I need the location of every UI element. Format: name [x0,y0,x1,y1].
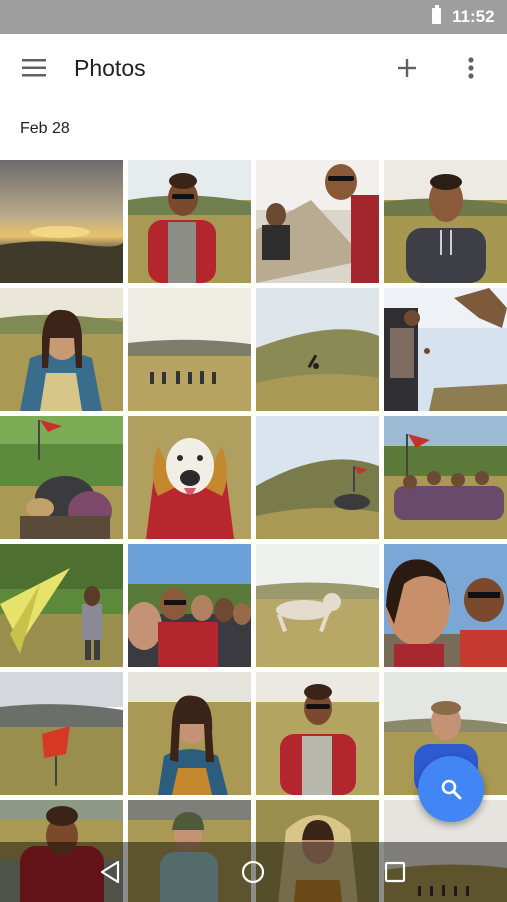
photo-woman-kite[interactable] [0,544,123,667]
hamburger-menu-icon[interactable] [10,44,58,92]
system-nav-bar [0,842,507,902]
page-title: Photos [74,55,146,81]
back-triangle-icon[interactable] [87,848,135,896]
photo-people-jumping-sky[interactable] [384,288,507,411]
photo-man-shirt-field[interactable] [256,672,379,795]
search-fab-button[interactable] [418,756,484,822]
photo-couple-selfie-tent[interactable] [256,160,379,283]
more-vert-icon[interactable] [447,44,495,92]
date-header: Feb 28 [20,120,70,137]
plus-icon[interactable] [383,44,431,92]
photo-dog-in-blanket[interactable] [128,416,251,539]
photo-woman-blanket[interactable] [0,288,123,411]
photo-group-flag-dog[interactable] [0,416,123,539]
photo-group-sitting-flag[interactable] [384,416,507,539]
status-bar: 11:52 [0,0,507,34]
search-icon [441,779,462,800]
status-clock: 11:52 [452,7,495,26]
photo-group-selfie[interactable] [128,544,251,667]
photo-man-sunglasses-field[interactable] [128,160,251,283]
home-circle-icon[interactable] [229,848,277,896]
photo-people-hill-distance[interactable] [128,288,251,411]
photo-red-kite-field[interactable] [0,672,123,795]
photo-man-hoodie-field[interactable] [384,160,507,283]
battery-icon [432,5,441,24]
photo-couple-closeup-selfie[interactable] [384,544,507,667]
photo-hill-group-flag[interactable] [256,416,379,539]
app-bar: Photos [0,34,507,102]
photo-hill-cartwheel[interactable] [256,288,379,411]
photo-woman-field-laughing[interactable] [128,672,251,795]
photo-sunset-landscape[interactable] [0,160,123,283]
recents-square-icon[interactable] [371,848,419,896]
photo-dog-running[interactable] [256,544,379,667]
